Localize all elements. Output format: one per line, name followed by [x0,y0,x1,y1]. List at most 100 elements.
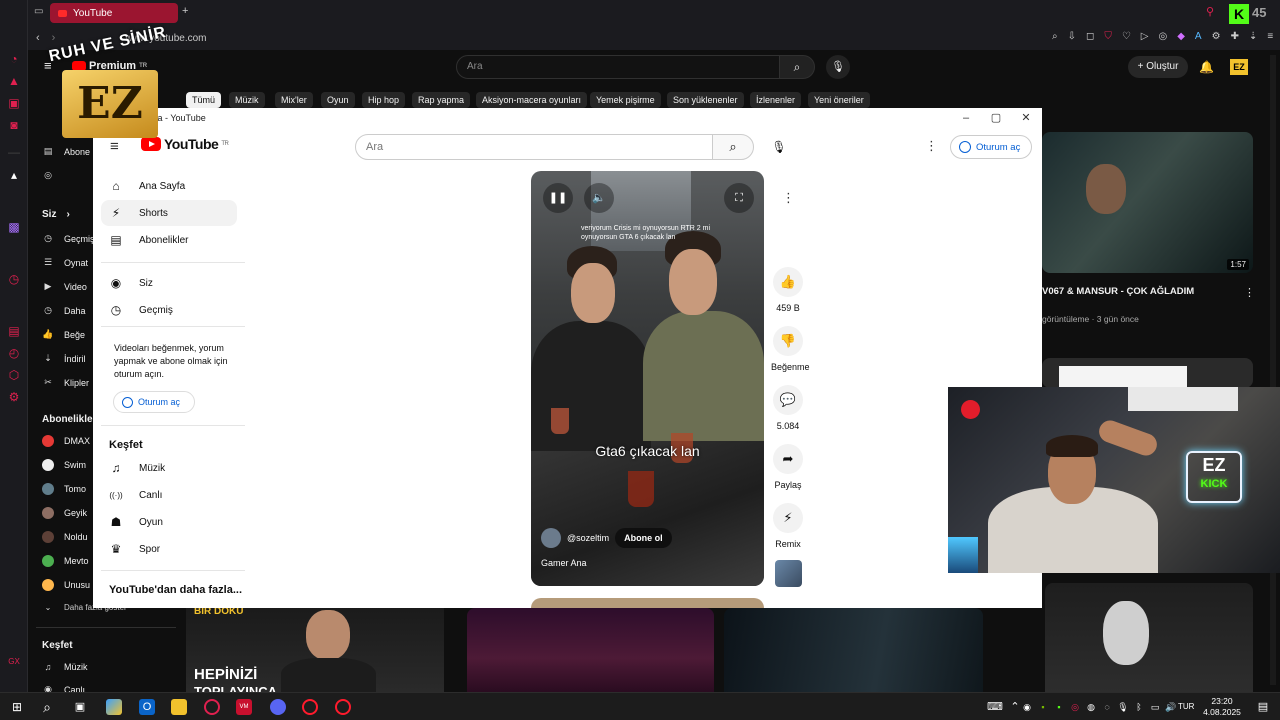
back-icon[interactable]: ‹ [36,32,40,44]
guide-item-ana-sayfa[interactable]: ⌂ Ana Sayfa [101,173,237,199]
bg-explore-music[interactable]: ♫ Müzik [42,662,88,672]
remix-action[interactable]: ⚡ Remix [771,503,805,549]
pin-icon[interactable]: ⇩ [1068,31,1076,42]
tab-youtube[interactable]: YouTube [50,3,178,23]
bg-video-title[interactable]: V067 & MANSUR - ÇOK AĞLADIM [1042,286,1194,297]
forward-icon[interactable]: › [52,32,56,44]
translate-icon[interactable]: A [1195,31,1202,42]
download-icon[interactable]: ⇣ [1249,31,1257,42]
bg-bottom-thumbnail-4[interactable] [1045,583,1253,692]
tray-volume-icon[interactable]: 🔊 [1163,699,1179,715]
guide-sign-in-button[interactable]: Oturum aç [113,391,195,413]
tray-bluetooth-icon[interactable]: ᛒ [1131,699,1147,715]
video-title[interactable]: Gamer Ana [541,558,587,568]
task-view-icon[interactable]: ▣ [72,699,88,715]
bg-subscription-item[interactable]: Tomo [42,483,86,495]
flow-icon[interactable]: ▷ [1141,31,1149,42]
tray-globe-icon[interactable]: ◌ [1099,699,1115,715]
subscribe-button[interactable]: Abone ol [615,528,672,548]
instagram-icon[interactable]: ◙ [7,118,21,132]
channel-avatar[interactable] [541,528,561,548]
file-explorer-icon[interactable] [171,699,187,715]
notification-center-icon[interactable]: ▤ [1255,699,1271,715]
windows-start-icon[interactable]: ⊞ [9,699,25,715]
search-input[interactable]: Ara [355,134,713,160]
bg-subscription-item[interactable]: Noldu [42,531,88,543]
filter-chip[interactable]: Yeni öneriler [808,92,870,108]
twitch-icon[interactable]: ▩ [7,220,21,234]
bg-sidebar-you-item[interactable]: ◷ Geçmiş [42,233,94,244]
guide-item-shorts[interactable]: ⚡ Shorts [101,200,237,226]
workspaces-icon[interactable]: ▭ [34,6,43,17]
filter-chip[interactable]: İzlenenler [750,92,802,108]
youtube-logo[interactable]: YouTube TR [141,136,229,152]
bg-search-input[interactable]: Ara [456,55,780,79]
bg-video-thumbnail-2[interactable] [1042,358,1253,388]
account-avatar[interactable]: EZ [1230,59,1248,75]
guide-item-oyun[interactable]: ☗ Oyun [101,509,237,535]
taskbar-search-icon[interactable]: ⌕ [39,699,55,715]
tray-app-icon[interactable]: ◍ [1083,699,1099,715]
bg-subscription-item[interactable]: Mevto [42,555,89,567]
channel-handle[interactable]: @sozeltim [567,533,609,543]
notifications-icon[interactable]: 🔔 [1199,60,1214,74]
tray-network-icon[interactable]: ▭ [1147,699,1163,715]
clock-icon[interactable]: ◴ [7,346,21,360]
bg-sidebar-you-item[interactable]: ◷ Daha [42,305,85,316]
bookmark-icon[interactable]: ◻ [1086,31,1094,42]
voice-search-button[interactable]: 🎙 [766,134,792,160]
bg-video-thumbnail[interactable]: 1:57 [1042,132,1253,273]
fullscreen-button[interactable]: ⛶ [724,183,754,213]
next-short-preview[interactable] [531,598,764,608]
sign-in-button[interactable]: Oturum aç [950,135,1032,159]
bg-subscription-item[interactable]: Swim [42,459,86,471]
opera-browser-icon[interactable] [335,699,351,715]
bg-subscription-item[interactable]: Unusu [42,579,90,591]
bg-sidebar-you-item[interactable]: ✂ Klipler [42,377,89,388]
menu-icon[interactable]: ≡ [1267,31,1273,42]
tray-green-icon[interactable]: ▪ [1051,699,1067,715]
settings-icon[interactable]: ⚙ [7,390,21,404]
bg-sidebar-you-item[interactable]: ☰ Oynat [42,257,88,268]
bg-video-more-icon[interactable]: ⋮ [1244,286,1255,299]
vpn-icon[interactable]: ⚙ [1212,31,1221,42]
guide-item-spor[interactable]: ♛ Spor [101,536,237,562]
zoom-icon[interactable]: ⌕ [1052,31,1058,42]
telegram-icon[interactable]: ▲ [7,74,21,88]
language-indicator[interactable]: TUR [1178,702,1194,711]
keyboard-icon[interactable]: ⌨ [987,699,1003,715]
filter-chip[interactable]: Yemek pişirme [590,92,661,108]
guide-item-abonelikler[interactable]: ▤ Abonelikler [101,227,237,253]
filter-chip[interactable]: Son yüklenenler [667,92,744,108]
shorts-more-icon[interactable]: ⋮ [782,190,795,206]
guide-item-siz[interactable]: ◉ Siz [101,270,237,296]
filter-chip[interactable]: Hip hop [362,92,406,108]
filter-chip[interactable]: Tümü [186,92,222,108]
extensions-strip-icon[interactable]: ⬡ [7,368,21,382]
tray-nvidia-icon[interactable]: ▪ [1035,699,1051,715]
bg-subscription-item[interactable]: DMAX [42,435,90,447]
new-tab-button[interactable]: + [182,5,188,17]
audio-icon[interactable]: ◆ [1177,31,1185,42]
create-button[interactable]: + Oluştur [1128,56,1188,78]
filter-chip[interactable]: Rap yapma [412,92,471,108]
opera-taskbar-icon[interactable] [302,699,318,715]
bg-bottom-thumbnail-2[interactable] [467,608,714,692]
system-clock[interactable]: 23:20 4.08.2025 [1202,696,1242,718]
outlook-icon[interactable]: O [139,699,155,715]
bg-bottom-thumbnail-3[interactable] [724,608,983,692]
filter-chip[interactable]: Mix'ler [275,92,313,108]
tray-opera-icon[interactable]: ◎ [1067,699,1083,715]
settings-more-icon[interactable]: ⋮ [925,138,938,154]
more-strip-icon[interactable]: GX [7,655,21,669]
bg-sidebar-explore-item[interactable]: ◎ [42,170,54,181]
shield-icon[interactable]: ⛉ [1104,31,1112,42]
maximize-button[interactable]: ▢ [981,110,1011,126]
shorts-video-player[interactable]: ❚❚ 🔈 ⛶ veriyorum Crisis mi oynuyorsun RT… [531,171,764,586]
search-button[interactable]: ⌕ [712,134,754,160]
guide-item-geçmiş[interactable]: ◷ Geçmiş [101,297,237,323]
bg-sidebar-you-item[interactable]: ⇣ İndiril [42,353,85,364]
bg-section-you[interactable]: Siz › [42,209,70,220]
player-icon[interactable]: ▣ [7,96,21,110]
share-action[interactable]: ➦ Paylaş [771,444,805,490]
